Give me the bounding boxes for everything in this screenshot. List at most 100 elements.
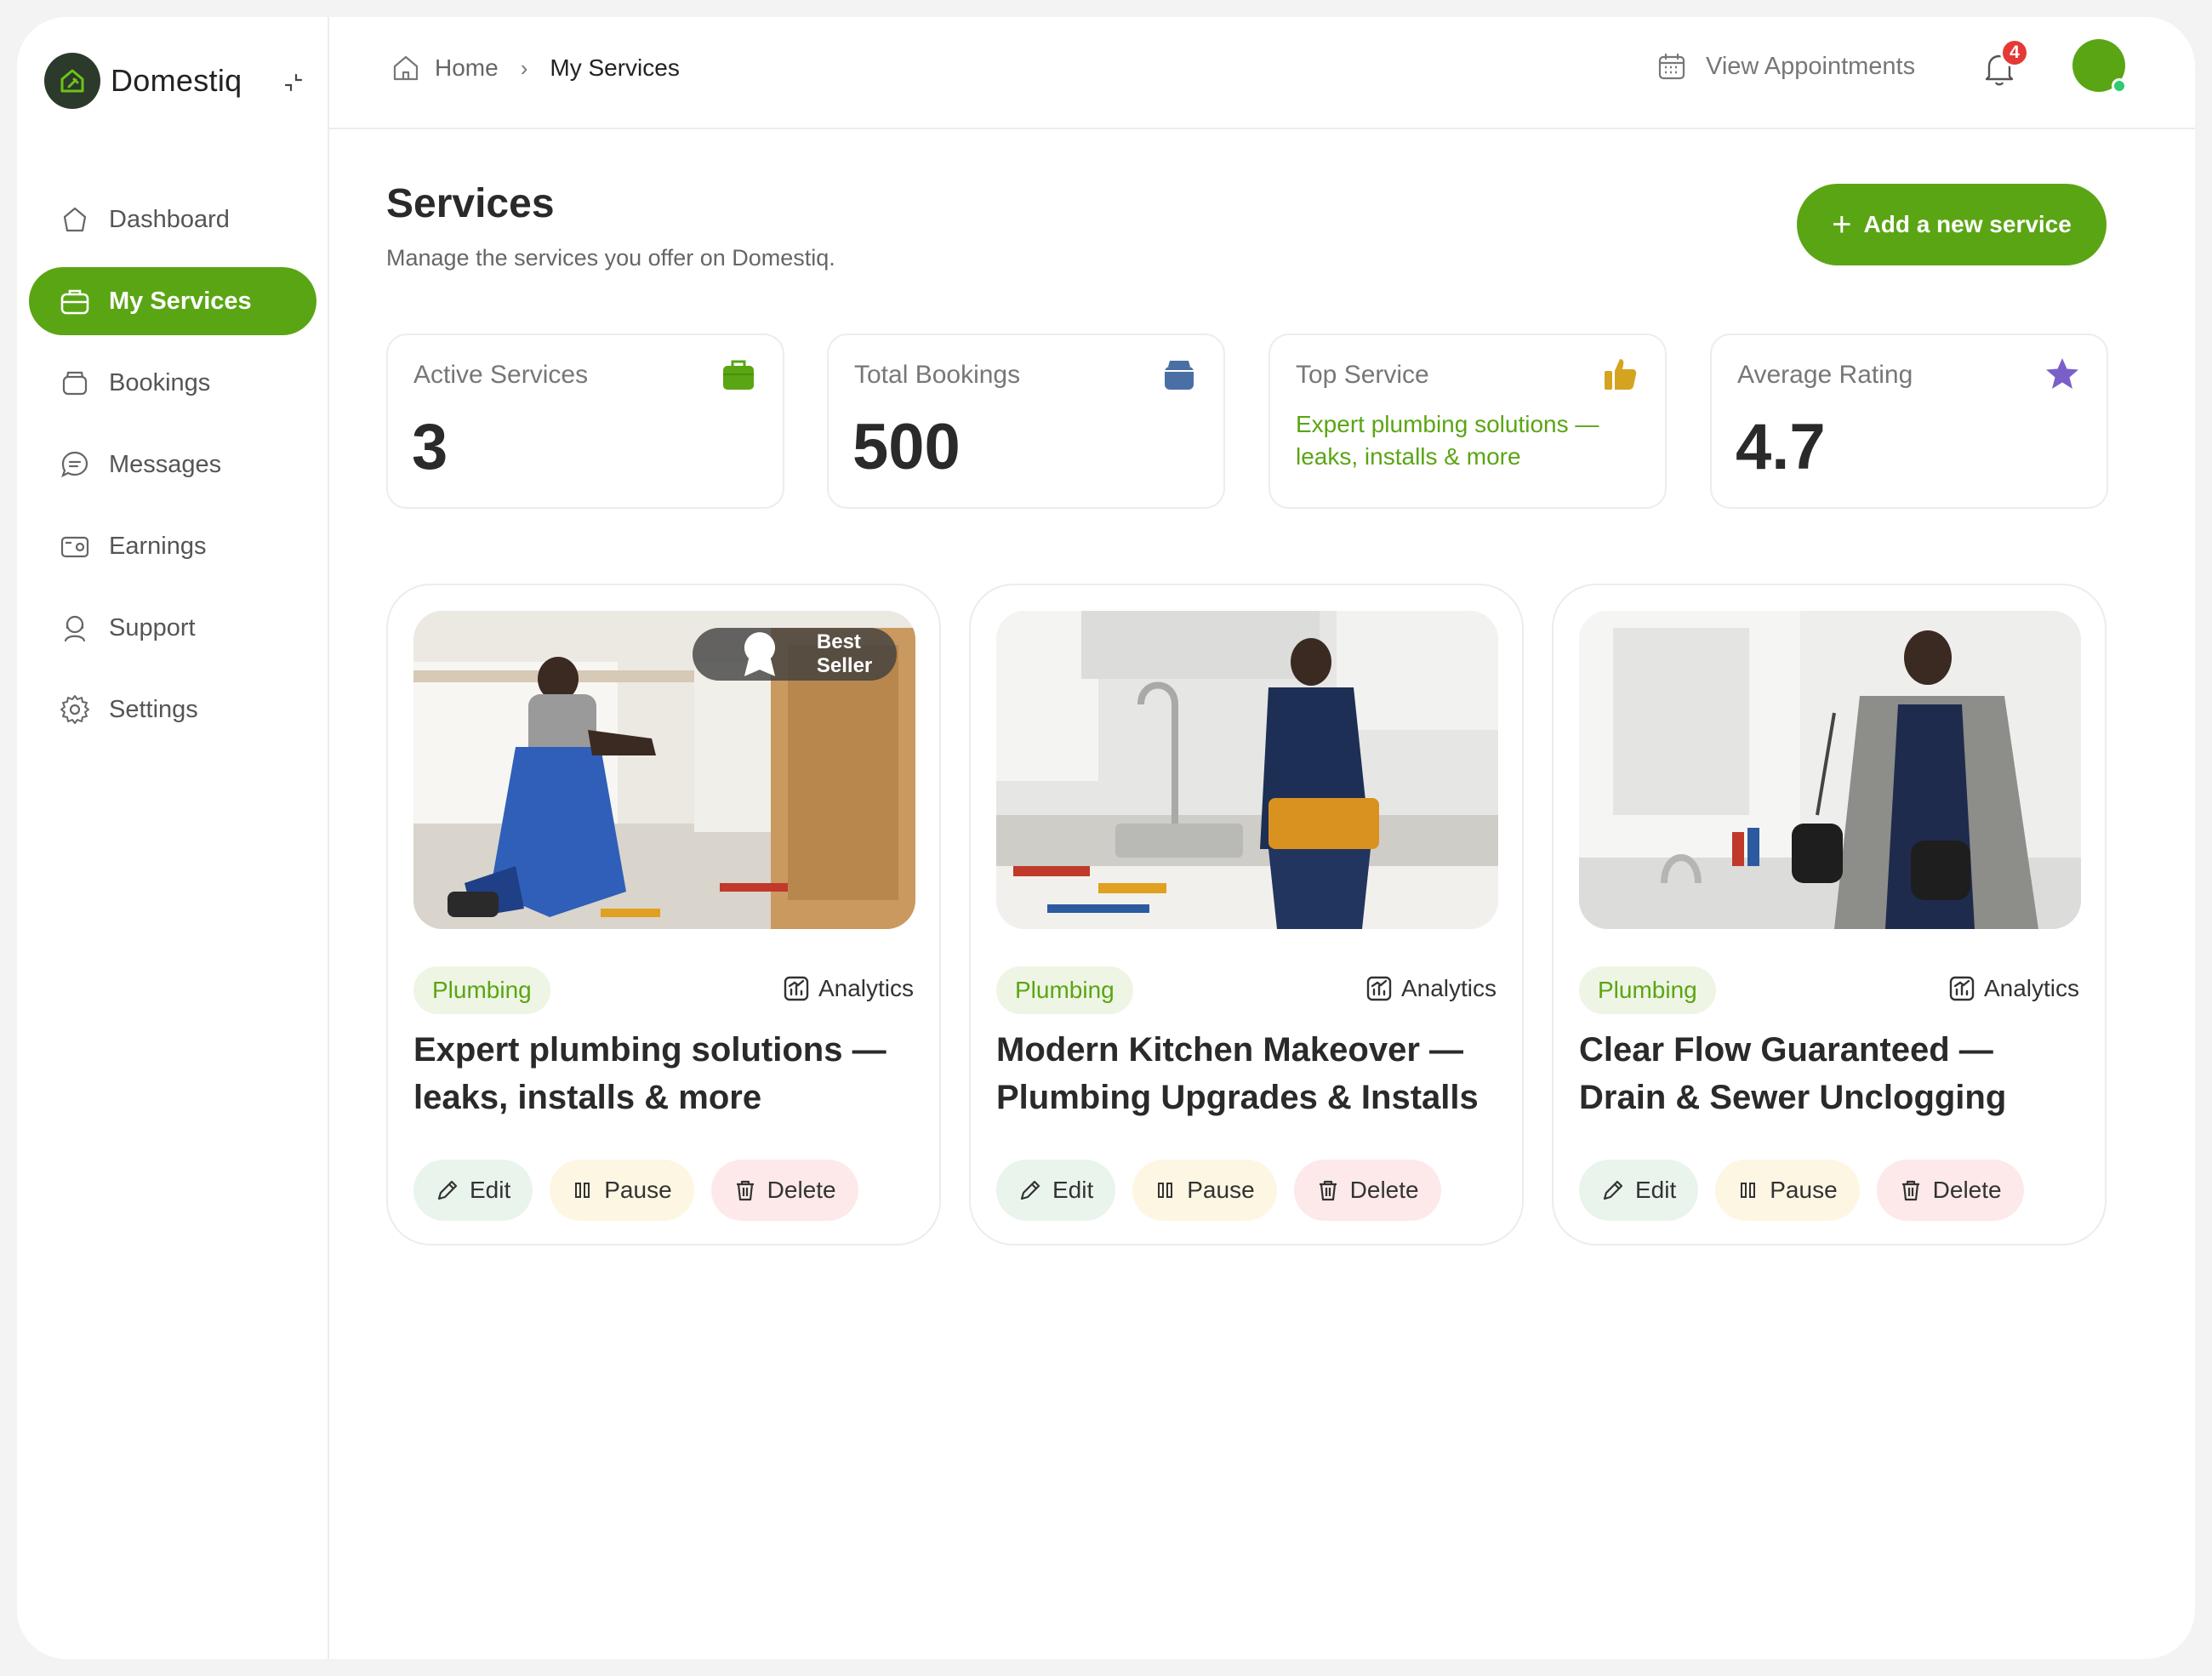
dashboard-icon [58,202,92,237]
service-photo[interactable] [996,611,1498,929]
bag-icon [723,360,754,390]
sidebar-item-bookings[interactable]: Bookings [29,349,316,417]
service-title[interactable]: Clear Flow Guaranteed — Drain & Sewer Un… [1579,1026,2089,1121]
bookings-icon [1165,361,1194,390]
thumbs-up-icon [1605,359,1637,390]
analytics-label: Analytics [1983,975,2079,1001]
stat-card-top-service: Top Service Expert plumbing solutions — … [1268,333,1667,509]
stats-row: Active Services 3 Total Bookings 500 Top… [386,333,2108,509]
add-service-button[interactable]: + Add a new service [1797,184,2107,265]
gear-icon [58,693,92,727]
stat-value: 4.7 [1736,411,1826,483]
messages-icon [58,448,92,482]
home-icon[interactable] [391,53,421,83]
sidebar-item-label: Messages [109,450,222,478]
analytics-link[interactable]: Analytics [1948,975,2079,1002]
analytics-label: Analytics [1400,975,1497,1001]
pause-button[interactable]: Pause [1132,1160,1277,1221]
stat-card-average-rating: Average Rating 4.7 [1710,333,2108,509]
stat-value: 3 [412,411,448,483]
breadcrumb-current: My Services [550,54,680,81]
best-seller-label: Best Seller [816,630,873,677]
support-icon [58,611,92,645]
trash-icon [1901,1180,1919,1201]
pause-label: Pause [1187,1177,1255,1203]
category-tag: Plumbing [413,966,550,1014]
sidebar-item-label: Support [109,613,196,641]
analytics-icon [1949,976,1975,1001]
main-content: Services Manage the services you offer o… [329,129,2195,1659]
logo-icon [44,53,100,109]
chevron-right-icon: › [520,54,528,81]
pencil-icon [1020,1180,1040,1200]
breadcrumb-home[interactable]: Home [435,54,499,82]
sidebar-item-label: Earnings [109,532,207,560]
analytics-link[interactable]: Analytics [783,975,914,1002]
service-card[interactable]: Best Seller Plumbing Analytics Expert pl… [386,584,941,1246]
briefcase-icon [58,284,92,318]
service-title[interactable]: Modern Kitchen Makeover — Plumbing Upgra… [996,1026,1507,1121]
analytics-icon [784,976,809,1001]
service-photo[interactable]: Best Seller [413,611,915,929]
sidebar-item-dashboard[interactable]: Dashboard [29,185,316,254]
edit-label: Edit [1635,1177,1677,1203]
delete-label: Delete [1932,1177,2002,1203]
category-tag: Plumbing [1579,966,1716,1014]
sidebar: Domestiq Dashboard My Services Bookings … [17,17,329,1659]
sidebar-item-messages[interactable]: Messages [29,430,316,499]
pencil-icon [437,1180,458,1200]
service-photo[interactable] [1579,611,2081,929]
delete-label: Delete [1349,1177,1419,1203]
pause-button[interactable]: Pause [1715,1160,1860,1221]
page-title: Services [386,181,555,226]
delete-button[interactable]: Delete [1293,1160,1441,1221]
sidebar-item-label: Bookings [109,368,211,396]
sidebar-item-settings[interactable]: Settings [29,676,316,744]
pencil-icon [1603,1180,1623,1200]
add-service-label: Add a new service [1863,211,2072,237]
edit-button[interactable]: Edit [1579,1160,1699,1221]
stat-text[interactable]: Expert plumbing solutions — leaks, insta… [1296,408,1636,473]
stat-label: Average Rating [1737,361,1913,389]
delete-button[interactable]: Delete [1876,1160,2024,1221]
pause-icon [1158,1183,1173,1198]
edit-button[interactable]: Edit [996,1160,1116,1221]
app-window: Domestiq Dashboard My Services Bookings … [17,17,2195,1659]
star-icon [2046,358,2078,389]
stat-card-active-services: Active Services 3 [386,333,784,509]
sidebar-item-earnings[interactable]: Earnings [29,512,316,580]
pause-icon [575,1183,590,1198]
notification-badge: 4 [2000,38,2029,67]
view-appointments-label: View Appointments [1706,52,1916,80]
service-title[interactable]: Expert plumbing solutions — leaks, insta… [413,1026,924,1121]
sidebar-item-label: Dashboard [109,205,230,233]
collapse-sidebar-icon[interactable] [281,70,306,95]
sidebar-item-support[interactable]: Support [29,594,316,662]
analytics-label: Analytics [818,975,914,1001]
pause-label: Pause [1770,1177,1838,1203]
trash-icon [1319,1180,1337,1201]
analytics-icon [1366,976,1392,1001]
delete-button[interactable]: Delete [710,1160,858,1221]
online-status-dot [2112,78,2127,94]
avatar[interactable] [2072,39,2127,94]
stat-value: 500 [852,411,961,483]
trash-icon [736,1180,754,1201]
analytics-link[interactable]: Analytics [1365,975,1497,1002]
brand[interactable]: Domestiq [44,51,242,111]
view-appointments-button[interactable]: View Appointments [1656,51,1915,82]
pause-button[interactable]: Pause [550,1160,694,1221]
service-card[interactable]: Plumbing Analytics Modern Kitchen Makeov… [969,584,1524,1246]
edit-button[interactable]: Edit [413,1160,533,1221]
sidebar-nav: Dashboard My Services Bookings Messages [29,185,316,757]
breadcrumb: Home › My Services [391,51,680,85]
medal-icon [744,632,775,676]
card-actions: Edit Pause Delete [413,1160,875,1221]
bookings-icon [58,366,92,400]
service-card[interactable]: Plumbing Analytics Clear Flow Guaranteed… [1552,584,2107,1246]
wallet-icon [58,529,92,563]
plus-icon: + [1832,206,1852,243]
page-subtitle: Manage the services you offer on Domesti… [386,245,835,271]
sidebar-item-my-services[interactable]: My Services [29,267,316,335]
sidebar-item-label: Settings [109,695,198,723]
